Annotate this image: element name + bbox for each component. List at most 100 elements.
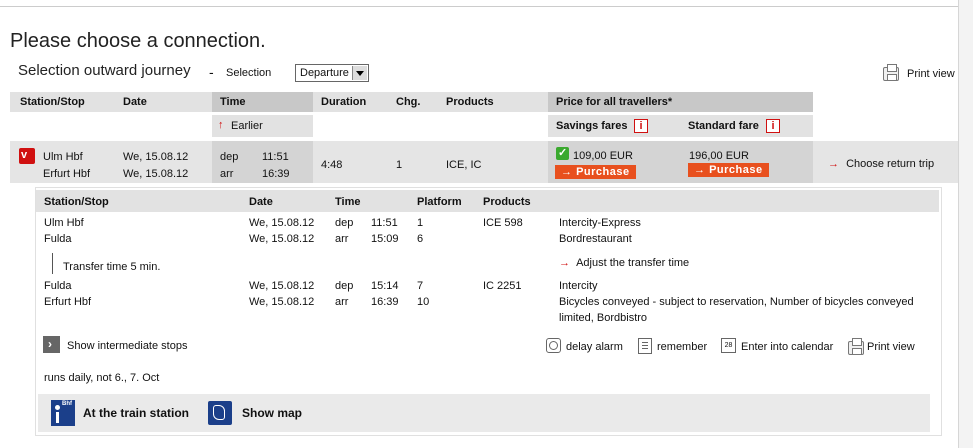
conn-duration: 4:48 xyxy=(321,159,343,171)
show-map-link[interactable]: Show map xyxy=(242,406,302,420)
calendar-link[interactable]: Enter into calendar xyxy=(741,341,833,353)
earlier-button[interactable]: ↑ Earlier xyxy=(212,115,313,137)
top-divider xyxy=(0,0,965,7)
chevron-right-icon: › xyxy=(48,337,52,351)
dcol-platform: Platform xyxy=(417,196,462,208)
leg1-from: Ulm Hbf xyxy=(44,217,84,229)
dcol-products: Products xyxy=(483,196,531,208)
scrollbar[interactable] xyxy=(958,0,973,448)
dcol-time: Time xyxy=(335,196,361,208)
leg2-date-arr: We, 15.08.12 xyxy=(249,296,315,308)
choose-return-link[interactable]: → Choose return trip xyxy=(828,158,934,170)
leg1-to: Fulda xyxy=(44,233,72,245)
printer-icon[interactable] xyxy=(848,338,864,355)
earlier-label: Earlier xyxy=(231,120,263,132)
fare-types-row: Savings fares i Standard fare i xyxy=(548,115,813,137)
conn-date-arr: We, 15.08.12 xyxy=(123,168,189,180)
leg1-info1: Intercity-Express xyxy=(559,217,641,229)
selection-label: Selection xyxy=(226,67,272,79)
title-separator: - xyxy=(209,64,214,80)
standard-fare-label: Standard fare xyxy=(688,120,759,132)
leg2-info1: Intercity xyxy=(559,280,598,292)
check-icon: ✓ xyxy=(556,147,569,160)
map-icon[interactable] xyxy=(208,401,232,425)
transfer-line xyxy=(52,253,53,274)
leg2-dep-platform: 7 xyxy=(417,280,424,292)
arrow-up-icon: ↑ xyxy=(218,119,224,131)
delay-alarm-link[interactable]: delay alarm xyxy=(566,341,623,353)
calendar-icon[interactable]: 28 xyxy=(721,338,736,353)
section-title: Selection outward journey xyxy=(18,62,191,79)
leg2-to: Erfurt Hbf xyxy=(44,296,92,308)
print-view-link[interactable]: Print view xyxy=(907,68,955,80)
conn-products: ICE, IC xyxy=(446,159,482,171)
conn-from: Ulm Hbf xyxy=(43,151,83,163)
adjust-transfer-link[interactable]: → Adjust the transfer time xyxy=(559,257,689,269)
conn-dep-label: dep xyxy=(220,151,239,163)
selection-dropdown[interactable]: Departure xyxy=(295,64,369,82)
at-station-link[interactable]: At the train station xyxy=(83,406,189,420)
col-date: Date xyxy=(123,96,147,108)
leg2-arr-platform: 10 xyxy=(417,296,430,308)
leg2-arr-time: 16:39 xyxy=(371,296,399,308)
arrow-right-icon: → xyxy=(828,158,839,170)
standard-price: 196,00 EUR xyxy=(689,150,749,162)
leg2-train[interactable]: IC 2251 xyxy=(483,280,522,292)
col-time: Time xyxy=(220,96,246,108)
leg1-dep-label: dep xyxy=(335,217,354,229)
conn-changes: 1 xyxy=(396,159,403,171)
leg2-date-dep: We, 15.08.12 xyxy=(249,280,315,292)
arrow-right-icon: → xyxy=(694,164,706,176)
leg1-train[interactable]: ICE 598 xyxy=(483,217,523,229)
train-station-icon[interactable]: Bhf xyxy=(51,400,75,426)
leg2-dep-time: 15:14 xyxy=(371,280,399,292)
conn-arr-label: arr xyxy=(220,168,234,180)
adjust-transfer-label: Adjust the transfer time xyxy=(576,257,690,269)
details-print-link[interactable]: Print view xyxy=(867,341,915,353)
page-title: Please choose a connection. xyxy=(10,30,266,52)
leg2-dep-label: dep xyxy=(335,280,354,292)
choose-return-label: Choose return trip xyxy=(846,158,935,170)
purchase-standard-button[interactable]: → Purchase xyxy=(688,163,769,177)
arrow-right-icon: → xyxy=(561,166,573,178)
dcol-date: Date xyxy=(249,196,273,208)
arrow-right-icon: → xyxy=(559,257,570,269)
savings-fares-label: Savings fares xyxy=(556,120,628,132)
leg2-from: Fulda xyxy=(44,280,72,292)
purchase-label: Purchase xyxy=(576,166,630,178)
leg1-date-arr: We, 15.08.12 xyxy=(249,233,315,245)
show-stops-toggle[interactable]: › xyxy=(43,336,60,353)
col-duration: Duration xyxy=(321,96,367,108)
printer-icon[interactable] xyxy=(883,64,899,81)
alarm-clock-icon[interactable] xyxy=(546,338,561,353)
conn-date-dep: We, 15.08.12 xyxy=(123,151,189,163)
chevron-down-icon[interactable] xyxy=(352,66,367,80)
remember-link[interactable]: remember xyxy=(657,341,707,353)
conn-dep-time: 11:51 xyxy=(262,151,289,163)
leg1-arr-label: arr xyxy=(335,233,349,245)
show-stops-link[interactable]: Show intermediate stops xyxy=(67,340,187,352)
savings-price: 109,00 EUR xyxy=(573,150,633,162)
col-station: Station/Stop xyxy=(20,96,85,108)
collapse-toggle[interactable]: v xyxy=(19,148,35,164)
savings-info-icon[interactable]: i xyxy=(634,119,648,133)
selection-value: Departure xyxy=(300,67,349,79)
notepad-icon[interactable] xyxy=(638,338,652,354)
col-changes: Chg. xyxy=(396,96,421,108)
conn-to: Erfurt Hbf xyxy=(43,168,91,180)
leg2-info2: Bicycles conveyed - subject to reservati… xyxy=(559,296,914,308)
dcol-station: Station/Stop xyxy=(44,196,109,208)
standard-info-icon[interactable]: i xyxy=(766,119,780,133)
purchase-savings-button[interactable]: → Purchase xyxy=(555,165,636,179)
col-products: Products xyxy=(446,96,494,108)
leg2-arr-label: arr xyxy=(335,296,349,308)
conn-arr-time: 16:39 xyxy=(262,168,290,180)
leg1-dep-platform: 1 xyxy=(417,217,424,229)
leg1-info2: Bordrestaurant xyxy=(559,233,632,245)
leg1-dep-time: 11:51 xyxy=(371,217,398,229)
leg1-date-dep: We, 15.08.12 xyxy=(249,217,315,229)
runs-info: runs daily, not 6., 7. Oct xyxy=(44,372,160,384)
col-price: Price for all travellers* xyxy=(556,96,673,108)
leg1-arr-time: 15:09 xyxy=(371,233,399,245)
leg2-info3: limited, Bordbistro xyxy=(559,312,648,324)
